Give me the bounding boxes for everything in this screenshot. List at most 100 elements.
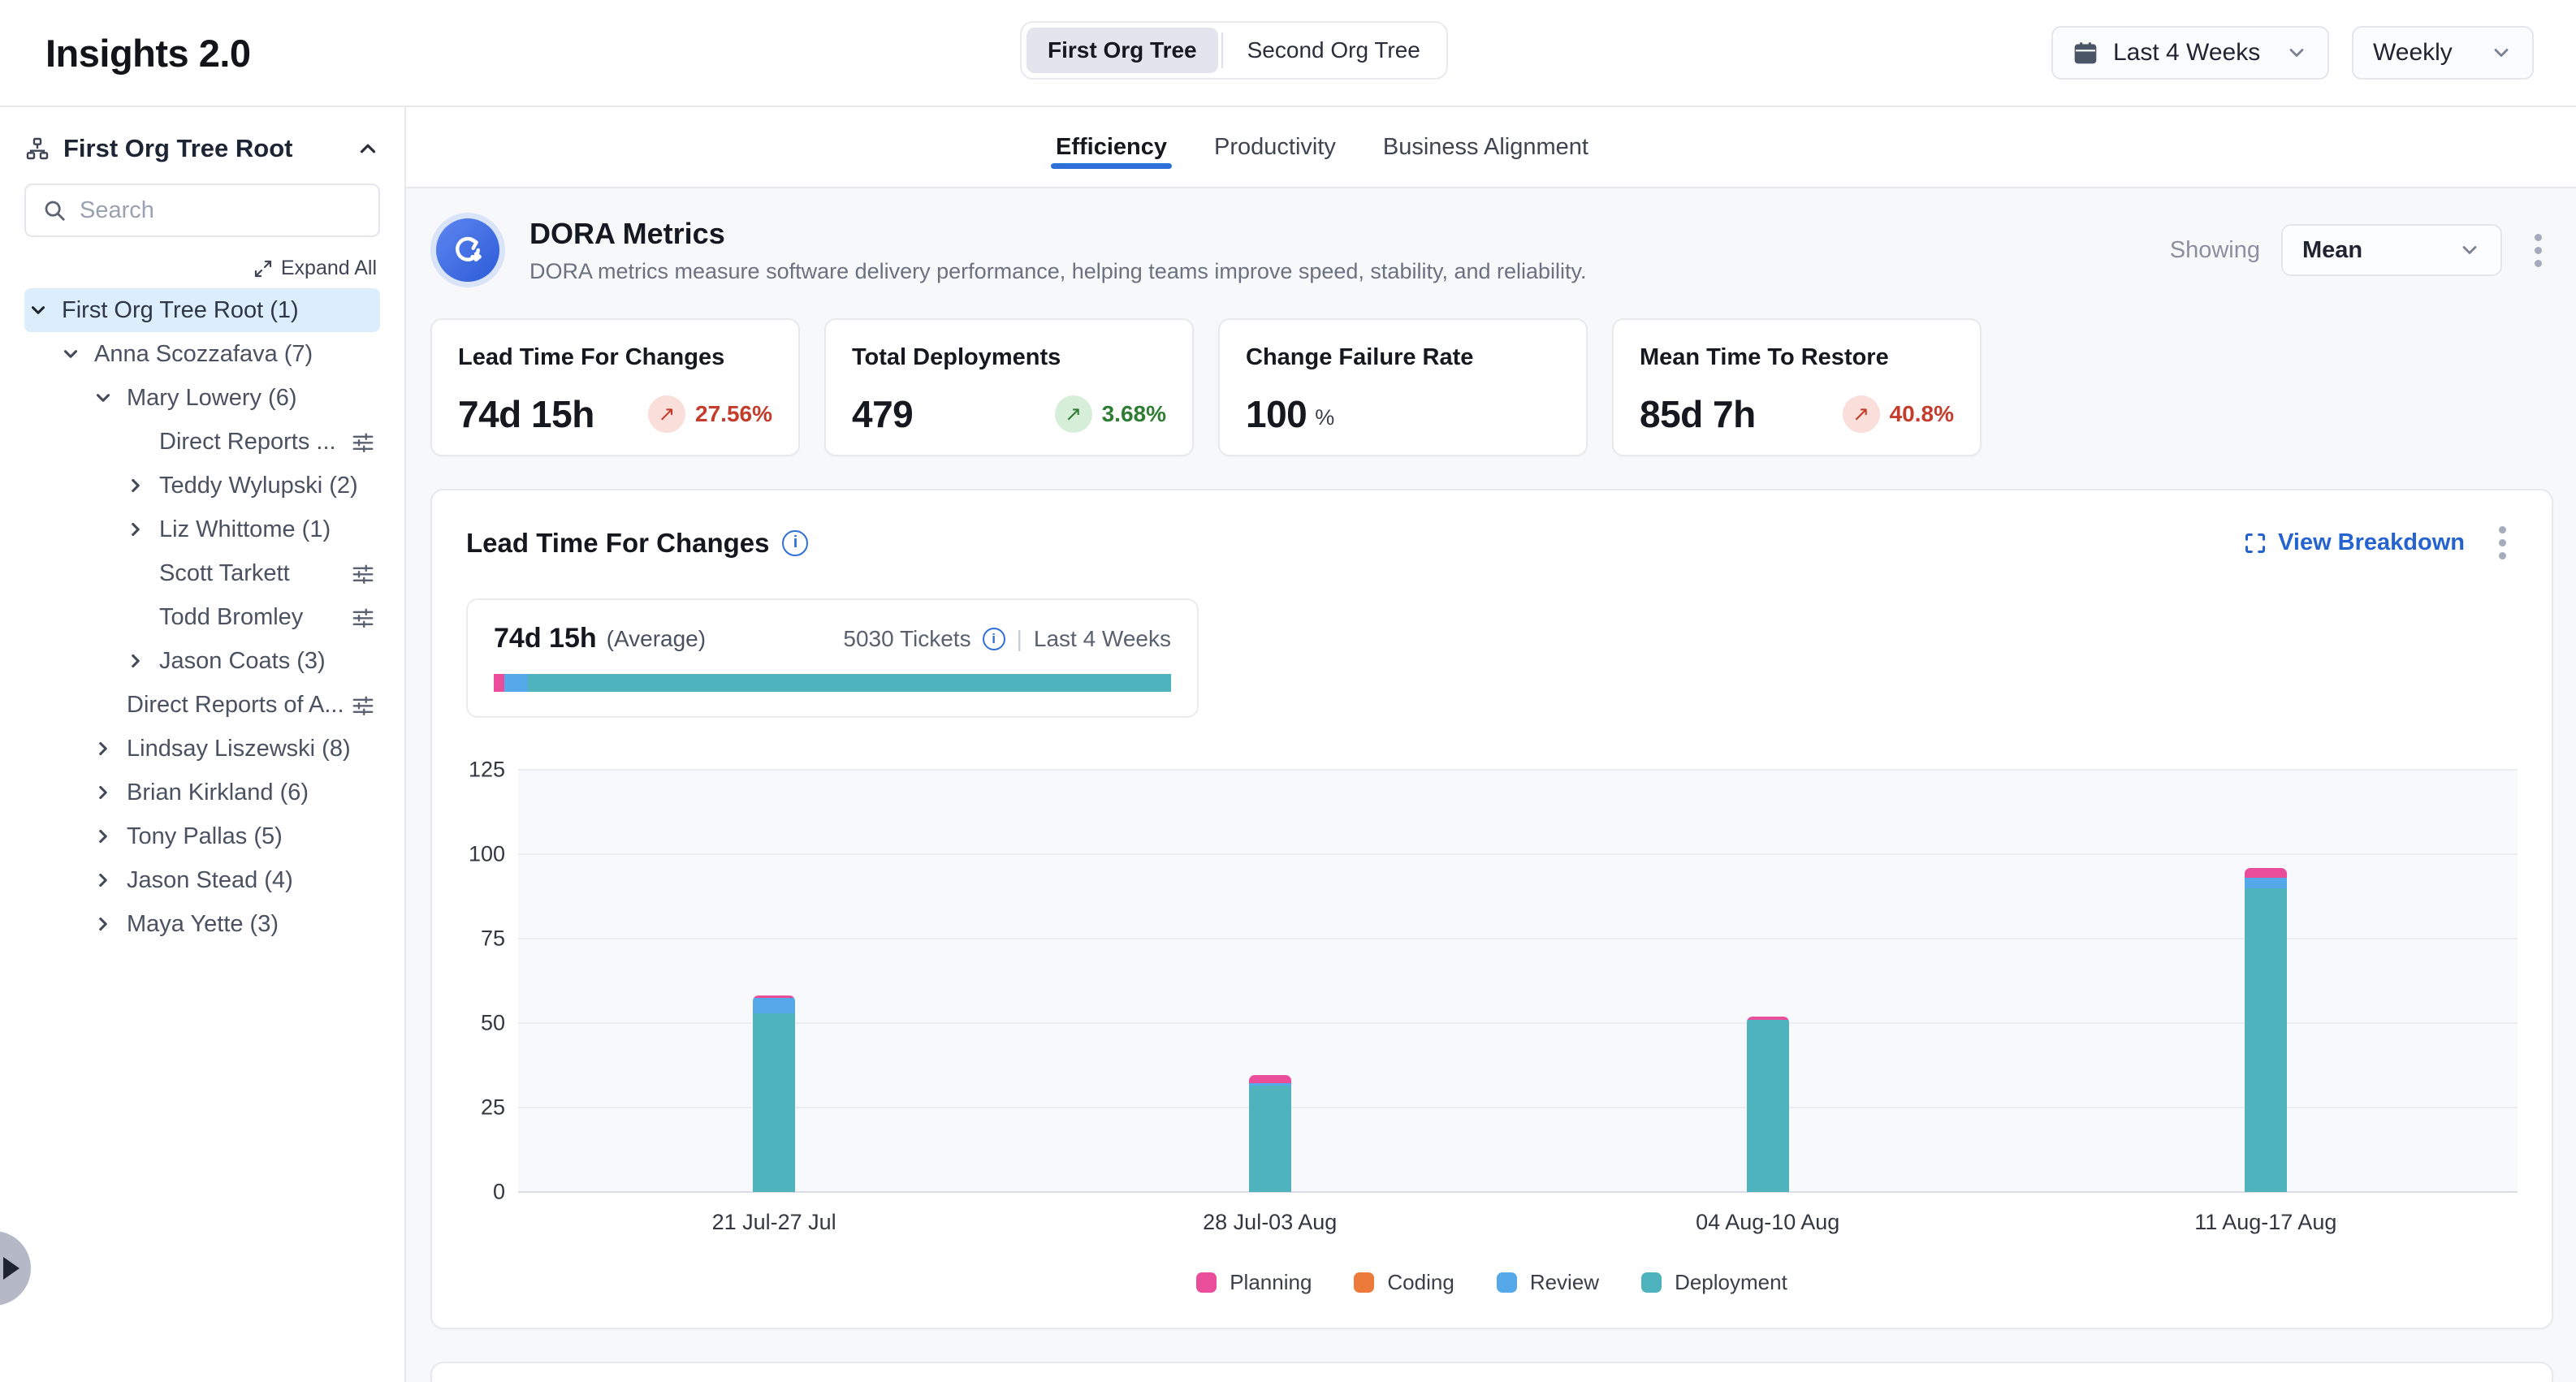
tree-row[interactable]: Todd Bromley bbox=[24, 595, 380, 639]
org-toggle-second[interactable]: Second Org Tree bbox=[1226, 28, 1441, 73]
legend-item-planning: Planning bbox=[1196, 1270, 1312, 1295]
trend-percentage: 40.8% bbox=[1890, 401, 1954, 427]
tab-productivity[interactable]: Productivity bbox=[1214, 107, 1336, 187]
granularity-select[interactable]: Weekly bbox=[2352, 26, 2534, 80]
gridline-50 bbox=[518, 1022, 2518, 1024]
tree-row[interactable]: Jason Coats (3) bbox=[24, 639, 380, 683]
bar-segment-review bbox=[753, 998, 795, 1013]
filter-sliders-icon[interactable] bbox=[351, 605, 375, 629]
bar-segment-planning bbox=[1249, 1075, 1291, 1083]
tree-row[interactable]: Jason Stead (4) bbox=[24, 858, 380, 902]
content-area: DORA Metrics DORA metrics measure softwa… bbox=[406, 188, 2576, 1382]
lead-time-section-actions: View Breakdown bbox=[2244, 518, 2518, 568]
chart-plot-area: 025507510012521 Jul-27 Jul28 Jul-03 Aug0… bbox=[518, 770, 2518, 1192]
metric-value-row: 74d 15h↗27.56% bbox=[458, 392, 772, 436]
bar-segment-deployment bbox=[753, 1013, 795, 1192]
filter-sliders-icon[interactable] bbox=[351, 693, 375, 717]
tab-efficiency[interactable]: Efficiency bbox=[1056, 107, 1167, 187]
tab-business-alignment[interactable]: Business Alignment bbox=[1383, 107, 1588, 187]
chevron-down-icon[interactable] bbox=[93, 387, 127, 408]
tree-row[interactable]: Anna Scozzafava (7) bbox=[24, 332, 380, 376]
bar-segment-deployment bbox=[1747, 1020, 1789, 1192]
chevron-down-icon[interactable] bbox=[28, 300, 62, 321]
y-axis-tick-label: 125 bbox=[469, 758, 505, 783]
x-axis-label: 28 Jul-03 Aug bbox=[1203, 1210, 1337, 1235]
tree-row[interactable]: Tony Pallas (5) bbox=[24, 814, 380, 858]
x-axis-label: 11 Aug-17 Aug bbox=[2194, 1210, 2336, 1235]
metric-unit: % bbox=[1315, 405, 1334, 430]
tree-row[interactable]: Mary Lowery (6) bbox=[24, 376, 380, 420]
chevron-right-icon[interactable] bbox=[93, 870, 127, 891]
trend-arrow-icon: ↗ bbox=[1055, 395, 1092, 433]
expand-all-button[interactable]: Expand All bbox=[24, 257, 377, 280]
search-input[interactable] bbox=[80, 197, 362, 224]
legend-swatch bbox=[1354, 1272, 1374, 1293]
tree-row[interactable]: Brian Kirkland (6) bbox=[24, 771, 380, 814]
tree-item-label: Scott Tarkett bbox=[159, 560, 290, 587]
tree-row[interactable]: Scott Tarkett bbox=[24, 551, 380, 595]
legend-item-deployment: Deployment bbox=[1641, 1270, 1787, 1295]
trend-badge: ↗27.56% bbox=[648, 395, 772, 433]
bar-segment-deployment bbox=[1249, 1086, 1291, 1192]
tree-row[interactable]: Maya Yette (3) bbox=[24, 902, 380, 946]
chevron-up-icon[interactable] bbox=[356, 136, 380, 161]
summary-meta: 5030 Tickets i | Last 4 Weeks bbox=[843, 626, 1171, 652]
chevron-right-icon[interactable] bbox=[125, 475, 159, 496]
stacked-bar-04-Aug-10-Aug[interactable] bbox=[1747, 1017, 1789, 1192]
dora-header: DORA Metrics DORA metrics measure softwa… bbox=[430, 213, 2553, 287]
dora-controls: Showing Mean bbox=[2170, 224, 2553, 276]
y-axis-tick-label: 100 bbox=[469, 842, 505, 867]
gridline-25 bbox=[518, 1107, 2518, 1108]
x-axis-label: 21 Jul-27 Jul bbox=[712, 1210, 836, 1235]
info-icon[interactable]: i bbox=[782, 530, 808, 556]
date-range-select[interactable]: Last 4 Weeks bbox=[2051, 26, 2329, 80]
showing-select[interactable]: Mean bbox=[2281, 224, 2502, 276]
chevron-right-icon[interactable] bbox=[125, 519, 159, 540]
stacked-bar-11-Aug-17-Aug[interactable] bbox=[2245, 868, 2287, 1192]
tree-row[interactable]: First Org Tree Root (1) bbox=[24, 288, 380, 332]
view-breakdown-button[interactable]: View Breakdown bbox=[2244, 529, 2465, 556]
chevron-right-icon[interactable] bbox=[93, 826, 127, 847]
filter-sliders-icon[interactable] bbox=[351, 561, 375, 585]
app-title: Insights 2.0 bbox=[45, 31, 251, 76]
metric-card: Change Failure Rate100% bbox=[1218, 318, 1588, 456]
sidebar-collapse-handle[interactable] bbox=[0, 1231, 31, 1306]
chevron-right-icon[interactable] bbox=[93, 738, 127, 759]
trend-percentage: 3.68% bbox=[1102, 401, 1166, 427]
tree-row[interactable]: Lindsay Liszewski (8) bbox=[24, 727, 380, 771]
org-toggle-first[interactable]: First Org Tree bbox=[1027, 28, 1218, 73]
stacked-bar-21-Jul-27-Jul[interactable] bbox=[753, 995, 795, 1192]
metric-card: Total Deployments479↗3.68% bbox=[824, 318, 1194, 456]
metric-title: Total Deployments bbox=[852, 344, 1166, 371]
org-toggle-divider bbox=[1221, 32, 1223, 68]
tree-item-label: Tony Pallas (5) bbox=[127, 823, 283, 850]
tree-row[interactable]: Liz Whittome (1) bbox=[24, 507, 380, 551]
chevron-right-icon[interactable] bbox=[93, 782, 127, 803]
tab-label: Productivity bbox=[1214, 134, 1336, 161]
search-icon bbox=[42, 198, 67, 222]
chevron-right-icon[interactable] bbox=[93, 913, 127, 935]
stacked-bar-28-Jul-03-Aug[interactable] bbox=[1249, 1075, 1291, 1192]
info-icon[interactable]: i bbox=[983, 628, 1005, 650]
chart-legend: PlanningCodingReviewDeployment bbox=[466, 1270, 2518, 1295]
lead-time-kebab-menu[interactable] bbox=[2487, 518, 2518, 568]
phase-segment-deployment bbox=[528, 674, 1171, 692]
expand-all-label: Expand All bbox=[281, 257, 377, 280]
tab-label: Business Alignment bbox=[1383, 134, 1588, 161]
tree-row[interactable]: Direct Reports ... bbox=[24, 420, 380, 464]
chevron-right-icon[interactable] bbox=[125, 650, 159, 672]
chevron-down-icon[interactable] bbox=[60, 343, 94, 365]
gridline-125 bbox=[518, 769, 2518, 771]
dora-metrics-icon bbox=[430, 213, 505, 287]
tree-item-label: Direct Reports of A... bbox=[127, 692, 344, 719]
tree-item-label: Direct Reports ... bbox=[159, 429, 336, 456]
legend-swatch bbox=[1196, 1272, 1217, 1293]
org-tree-toggle: First Org Tree Second Org Tree bbox=[1020, 21, 1448, 80]
tree-row[interactable]: Direct Reports of A... bbox=[24, 683, 380, 727]
filter-sliders-icon[interactable] bbox=[351, 430, 375, 454]
sidebar-header[interactable]: First Org Tree Root bbox=[24, 114, 380, 184]
dora-kebab-menu[interactable] bbox=[2523, 226, 2553, 275]
tree-row[interactable]: Teddy Wylupski (2) bbox=[24, 464, 380, 507]
legend-label: Coding bbox=[1387, 1270, 1454, 1295]
sidebar-search[interactable] bbox=[24, 184, 380, 237]
